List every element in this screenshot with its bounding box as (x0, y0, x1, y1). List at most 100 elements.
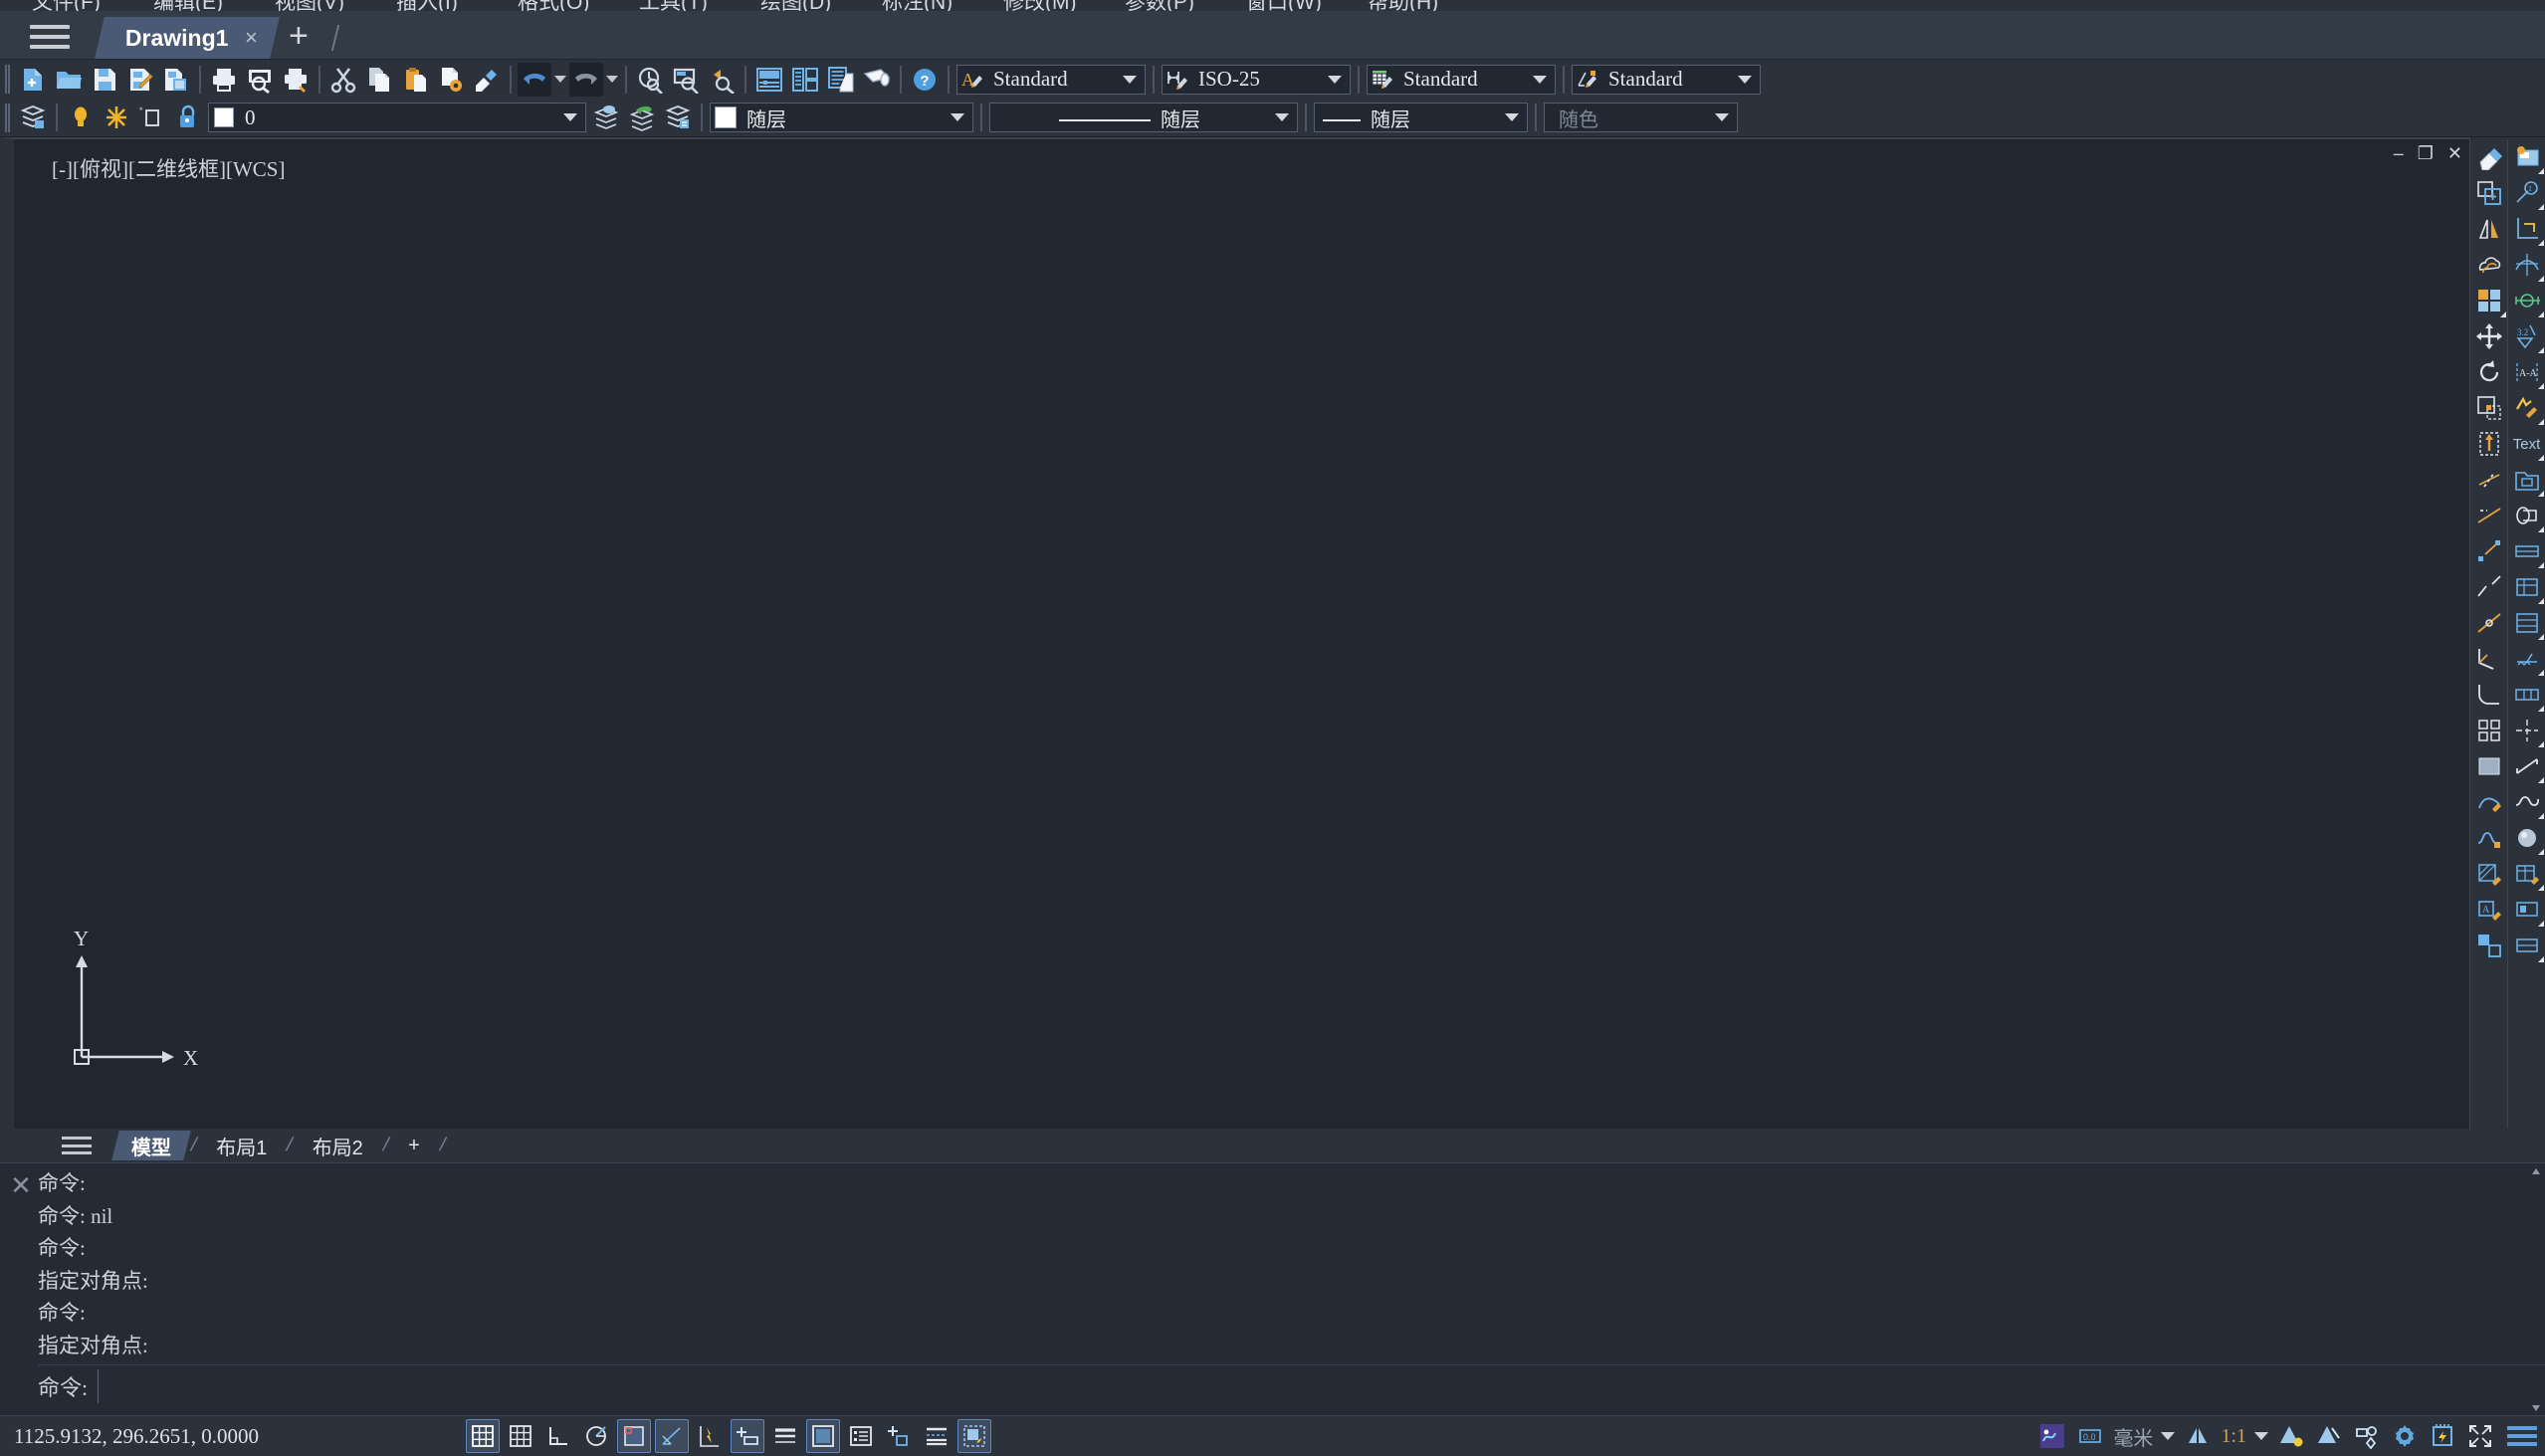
dim-arc-tool-icon[interactable] (2509, 247, 2545, 283)
fullscreen-icon[interactable] (2463, 1419, 2497, 1453)
dimension-style-combo[interactable]: ISO-25 (1162, 64, 1351, 95)
command-history[interactable]: 命令: 命令: nil 命令: 指定对角点: 命令: 指定对角点: (38, 1167, 2525, 1358)
surface-finish-tool-icon[interactable]: 3.2 (2509, 318, 2545, 354)
layer-states-manager-icon[interactable] (661, 101, 695, 134)
chevron-down-icon[interactable] (1115, 66, 1145, 94)
maximize-icon[interactable]: ❐ (2418, 144, 2434, 162)
flyout-indicator[interactable] (2537, 777, 2544, 783)
add-layout-button[interactable]: + (392, 1131, 436, 1160)
hole-table-tool-icon[interactable] (2509, 569, 2545, 605)
chevron-down-icon[interactable] (1320, 66, 1350, 94)
layer-make-current-icon[interactable] (589, 101, 623, 134)
menu-item-5[interactable]: 工具(T) (639, 0, 708, 11)
chevron-down-icon[interactable] (1707, 104, 1737, 131)
flyout-indicator[interactable] (2537, 634, 2544, 640)
layer-manager-tool-icon[interactable] (2509, 139, 2545, 175)
flyout-indicator[interactable] (2537, 419, 2544, 425)
offset-tool-icon[interactable] (2471, 247, 2507, 283)
tab-layout2[interactable]: 布局2 (297, 1131, 379, 1160)
save-file-icon[interactable] (88, 63, 121, 97)
flyout-indicator[interactable] (2537, 813, 2544, 819)
annotation-scale-value[interactable]: 1:1 (2217, 1425, 2250, 1448)
chevron-down-icon[interactable] (943, 104, 972, 131)
layer-plot-icon[interactable] (171, 101, 205, 134)
flyout-indicator[interactable] (2499, 312, 2506, 317)
annotation-scale-icon[interactable] (2181, 1419, 2215, 1453)
table-style-combo[interactable]: Standard (1367, 64, 1556, 95)
grid-display-toggle-icon[interactable] (466, 1419, 500, 1453)
new-file-icon[interactable] (16, 63, 50, 97)
design-center-icon[interactable] (788, 63, 822, 97)
multileader-style-combo[interactable]: Standard (1572, 64, 1761, 95)
flyout-indicator[interactable] (2537, 741, 2544, 747)
text-style-combo[interactable]: A Standard (956, 64, 1146, 95)
flyout-indicator[interactable] (2537, 921, 2544, 927)
edit-polyline-tool-icon[interactable] (2471, 784, 2507, 820)
menu-item-7[interactable]: 标注(N) (882, 0, 953, 11)
bearing-tool-icon[interactable] (2509, 533, 2545, 569)
properties-palette-icon[interactable] (752, 63, 786, 97)
lineweight-toggle-icon[interactable] (768, 1419, 802, 1453)
wipeout-tool-icon[interactable] (2471, 748, 2507, 784)
dynamic-input-toggle-icon[interactable] (731, 1419, 764, 1453)
scale-dropdown-arrow[interactable] (2250, 1421, 2272, 1451)
flyout-indicator[interactable] (2537, 312, 2544, 317)
units-icon[interactable]: 0.0 (2073, 1419, 2107, 1453)
flyout-indicator[interactable] (2537, 562, 2544, 568)
annotation-scale-auto-toggle-icon[interactable] (957, 1419, 991, 1453)
rotate-tool-icon[interactable] (2471, 354, 2507, 390)
copy-object-tool-icon[interactable] (2471, 175, 2507, 211)
print-preview-icon[interactable] (243, 63, 277, 97)
paste-icon[interactable] (398, 63, 432, 97)
new-tab-button[interactable]: + (289, 19, 309, 53)
object-snap-toggle-icon[interactable] (617, 1419, 651, 1453)
document-tab-drawing1[interactable]: Drawing1 × (95, 17, 281, 59)
flyout-indicator[interactable] (2537, 240, 2544, 246)
dim-radius-tool-icon[interactable]: 1 (2509, 175, 2545, 211)
linetype-combo[interactable]: 随层 (989, 103, 1298, 132)
menu-item-3[interactable]: 插入(I) (396, 0, 458, 11)
flyout-indicator[interactable] (2537, 956, 2544, 962)
menu-item-1[interactable]: 编辑(E) (153, 0, 223, 11)
array-tool-icon[interactable] (2471, 283, 2507, 318)
section-tool-icon[interactable] (2509, 748, 2545, 784)
menu-item-8[interactable]: 修改(M) (1003, 0, 1076, 11)
edit-spline-tool-icon[interactable] (2471, 820, 2507, 856)
sheet-set-manager-icon[interactable] (860, 63, 894, 97)
flyout-indicator[interactable] (2537, 276, 2544, 282)
text-tool-icon[interactable]: Text (2509, 426, 2545, 462)
selection-cycling-toggle-icon[interactable] (882, 1419, 916, 1453)
print-icon[interactable] (207, 63, 241, 97)
match-properties-icon[interactable] (470, 63, 504, 97)
flyout-indicator[interactable] (2537, 849, 2544, 855)
viewport-label[interactable]: [-][俯视][二维线框][WCS] (52, 153, 285, 183)
units-label[interactable]: 毫米 (2109, 1422, 2157, 1451)
zoom-realtime-icon[interactable] (633, 63, 667, 97)
block-library-tool-icon[interactable] (2509, 462, 2545, 498)
object-snap-tracking-toggle-icon[interactable] (655, 1419, 689, 1453)
transparency-toggle-icon[interactable] (806, 1419, 840, 1453)
open-file-icon[interactable] (52, 63, 86, 97)
chevron-down-icon[interactable] (555, 104, 585, 131)
extend-tool-icon[interactable] (2471, 498, 2507, 533)
workspace-switch-icon[interactable] (2350, 1419, 2384, 1453)
redo-icon[interactable] (569, 62, 603, 97)
tolerance-tool-icon[interactable] (2509, 677, 2545, 713)
explode-tool-icon[interactable] (2471, 713, 2507, 748)
chevron-down-icon[interactable] (1497, 104, 1527, 131)
units-dropdown-arrow[interactable] (2157, 1421, 2179, 1451)
layer-properties-manager-icon[interactable] (16, 101, 50, 134)
layout-menu-icon[interactable] (62, 1137, 92, 1154)
weld-symbol-tool-icon[interactable] (2509, 641, 2545, 677)
annotation-visibility-toggle-icon[interactable] (920, 1419, 954, 1453)
app-menu-icon[interactable] (30, 25, 70, 49)
layer-previous-icon[interactable] (625, 101, 659, 134)
flyout-indicator[interactable] (2537, 204, 2544, 210)
flyout-indicator[interactable] (2537, 168, 2544, 174)
customization-menu-icon[interactable] (2507, 1426, 2537, 1446)
sphere-tool-icon[interactable] (2509, 820, 2545, 856)
tools-extra-1-icon[interactable] (2509, 892, 2545, 928)
color-combo[interactable]: 随层 (710, 103, 973, 132)
centerline-tool-icon[interactable] (2509, 713, 2545, 748)
erase-tool-icon[interactable] (2471, 139, 2507, 175)
